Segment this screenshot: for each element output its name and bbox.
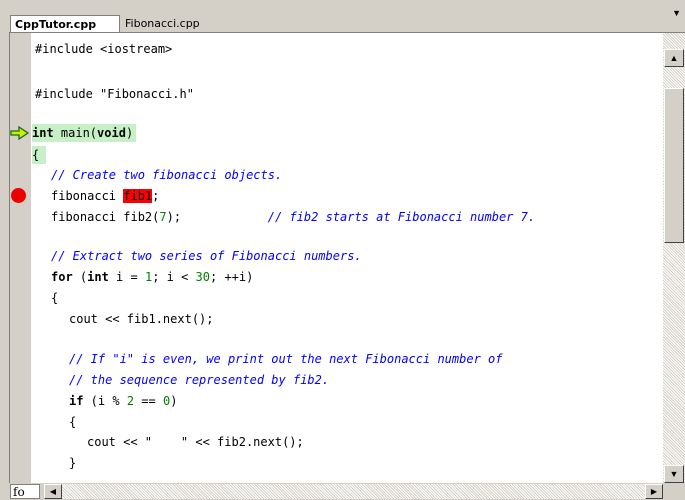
scroll-left-button[interactable]: ◀: [44, 484, 62, 499]
current-line: int main(void): [32, 124, 137, 142]
code-line: #include "Fibonacci.h": [35, 87, 194, 101]
code-line: cout << " " << fib2.next();: [87, 435, 304, 449]
scroll-right-button[interactable]: ▶: [645, 484, 663, 499]
code-line: {: [32, 146, 46, 164]
code-line: fibonacci fib1;: [51, 189, 160, 203]
code-line: // Create two fibonacci objects.: [51, 168, 283, 182]
selected-identifier: fib1: [123, 189, 153, 203]
code-line: }: [69, 456, 77, 470]
execution-arrow-icon: [10, 126, 30, 140]
tab-cpptutor[interactable]: CppTutor.cpp: [10, 15, 120, 32]
code-line: {: [51, 291, 59, 305]
scroll-thumb[interactable]: [664, 88, 684, 243]
tab-fibonacci[interactable]: Fibonacci.cpp: [121, 15, 261, 32]
code-line: // If "i" is even, we print out the next…: [69, 352, 503, 366]
dropdown-arrow-icon[interactable]: ▼: [672, 8, 681, 18]
code-line: cout << fib1.next();: [69, 312, 214, 326]
code-line: #include <iostream>: [35, 42, 173, 56]
scroll-up-button[interactable]: ▲: [664, 49, 684, 67]
vertical-scrollbar[interactable]: ▲ ▼: [663, 33, 685, 483]
code-line: {: [69, 415, 77, 429]
scrollbar-corner: [663, 483, 685, 499]
code-editor[interactable]: #include <iostream> #include "Fibonacci.…: [31, 33, 663, 483]
breakpoint-icon[interactable]: [11, 188, 26, 203]
code-line: // Extract two series of Fibonacci numbe…: [51, 249, 362, 263]
code-line: for (int i = 1; i < 30; ++i): [51, 270, 254, 284]
code-line: // the sequence represented by fib2.: [69, 373, 330, 387]
editor-gutter[interactable]: [10, 33, 32, 483]
tab-bar: CppTutor.cpp Fibonacci.cpp ▼: [0, 0, 685, 32]
code-line: if (i % 2 == 0): [69, 394, 178, 408]
status-field[interactable]: fo: [10, 484, 40, 499]
code-line: fibonacci fib2(7); // fib2 starts at Fib…: [51, 210, 536, 224]
horizontal-scrollbar[interactable]: ◀ ▶: [44, 484, 663, 499]
scroll-down-button[interactable]: ▼: [664, 465, 684, 483]
